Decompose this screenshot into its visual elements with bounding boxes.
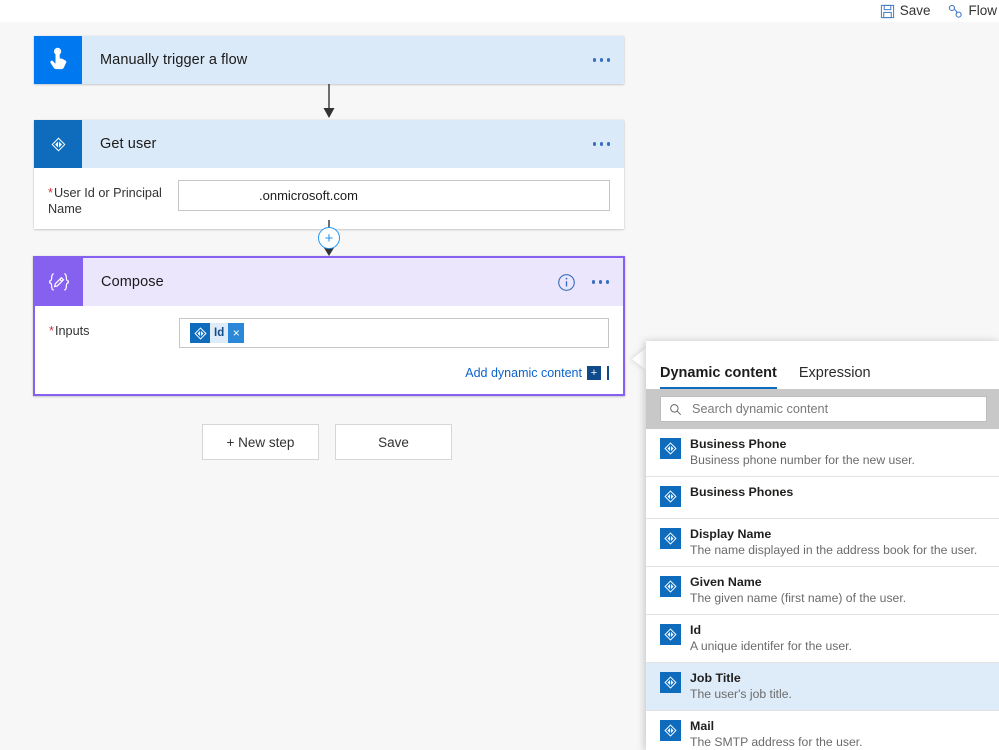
compose-braces-pencil-icon [35, 258, 83, 306]
userid-input[interactable]: .onmicrosoft.com [178, 180, 610, 211]
search-icon [669, 403, 682, 416]
save-floppy-icon [880, 4, 895, 19]
list-item-desc: The SMTP address for the user. [690, 735, 863, 749]
save-button[interactable]: Save [335, 424, 452, 460]
dynamic-content-tabs: Dynamic content Expression [646, 341, 999, 389]
required-indicator: * [48, 186, 53, 200]
list-item[interactable]: Given Name The given name (first name) o… [646, 567, 999, 615]
ellipsis-icon[interactable] [591, 136, 613, 152]
list-item-name: Display Name [690, 527, 772, 541]
required-indicator: * [49, 324, 54, 338]
azure-ad-icon [660, 438, 681, 459]
flow-card-compose-header[interactable]: Compose [35, 258, 623, 306]
app-root: Save Flow Manually trigger a flow Get us… [0, 0, 999, 750]
flow-checker-icon [948, 4, 963, 19]
inputs-editor[interactable]: Id × [179, 318, 609, 348]
ellipsis-icon[interactable] [590, 274, 612, 290]
plus-icon[interactable]: + [587, 366, 601, 380]
list-item[interactable]: Mail The SMTP address for the user. [646, 711, 999, 750]
param-row-inputs: *Inputs Id × [35, 306, 623, 360]
command-save-label: Save [899, 3, 931, 19]
azure-ad-icon [34, 120, 82, 168]
userid-input-value: .onmicrosoft.com [259, 188, 358, 203]
azure-ad-icon [660, 624, 681, 645]
close-icon[interactable]: × [228, 323, 245, 343]
text-caret [607, 366, 609, 380]
dynamic-content-list: Business Phone Business phone number for… [646, 429, 999, 750]
list-item-desc: The user's job title. [690, 687, 792, 701]
param-label-userid-text: User Id or Principal Name [48, 186, 162, 216]
list-item[interactable]: Business Phones [646, 477, 999, 519]
param-label-inputs: *Inputs [49, 318, 179, 339]
flow-card-compose-actions [557, 258, 612, 306]
flow-card-getuser-title: Get user [100, 136, 157, 152]
search-input[interactable]: Search dynamic content [660, 396, 987, 422]
flow-card-trigger-header[interactable]: Manually trigger a flow [34, 36, 624, 84]
list-item-desc: Business phone number for the new user. [690, 453, 915, 467]
param-field-inputs: Id × [179, 318, 609, 348]
flow-card-getuser-header[interactable]: Get user [34, 120, 624, 168]
list-item[interactable]: Id A unique identifer for the user. [646, 615, 999, 663]
param-label-inputs-text: Inputs [54, 324, 90, 338]
new-step-button[interactable]: + New step [202, 424, 319, 460]
list-item-name: Given Name [690, 575, 762, 589]
canvas-action-buttons: + New step Save [202, 424, 452, 460]
list-item[interactable]: Display Name The name displayed in the a… [646, 519, 999, 567]
flow-card-trigger-actions [591, 36, 613, 84]
flow-card-trigger-title: Manually trigger a flow [100, 52, 248, 68]
flow-card-compose-title: Compose [101, 274, 164, 290]
list-item-name: Business Phone [690, 437, 787, 451]
info-circle-icon[interactable] [557, 273, 576, 292]
azure-ad-icon [660, 576, 681, 597]
list-item-name: Business Phones [690, 485, 794, 499]
dynamic-content-panel: Dynamic content Expression Search dynami… [646, 341, 999, 750]
azure-ad-icon [660, 486, 681, 507]
command-save-button[interactable]: Save [880, 3, 931, 19]
list-item-name: Mail [690, 719, 715, 733]
list-item[interactable]: Job Title The user's job title. [646, 663, 999, 711]
flow-card-trigger[interactable]: Manually trigger a flow [34, 36, 624, 84]
azure-ad-icon [660, 528, 681, 549]
ellipsis-icon[interactable] [591, 52, 613, 68]
dynamic-token-chip[interactable]: Id × [190, 323, 245, 343]
command-bar: Save Flow [0, 0, 999, 22]
tab-expression[interactable]: Expression [799, 365, 871, 389]
flow-card-compose[interactable]: Compose *Inputs Id × Add dynamic content… [33, 256, 625, 396]
flow-card-compose-body: *Inputs Id × Add dynamic content + [35, 306, 623, 394]
flow-card-getuser[interactable]: Get user *User Id or Principal Name .onm… [34, 120, 624, 229]
list-item-desc: A unique identifer for the user. [690, 639, 852, 653]
param-label-userid: *User Id or Principal Name [48, 180, 178, 217]
list-item-desc: The given name (first name) of the user. [690, 591, 907, 605]
list-item[interactable]: Business Phone Business phone number for… [646, 429, 999, 477]
param-field-userid: .onmicrosoft.com [178, 180, 610, 211]
command-flow-label: Flow [968, 3, 997, 19]
dynamic-content-search-wrap: Search dynamic content [646, 389, 999, 429]
azure-ad-icon [190, 323, 210, 343]
tap-hand-icon [34, 36, 82, 84]
list-item-desc: The name displayed in the address book f… [690, 543, 978, 557]
list-item-name: Id [690, 623, 702, 637]
dynamic-token-label: Id [214, 327, 225, 339]
tab-dynamic-content[interactable]: Dynamic content [660, 365, 777, 389]
list-item-name: Job Title [690, 671, 741, 685]
add-dynamic-content-link[interactable]: Add dynamic content [465, 366, 582, 380]
azure-ad-icon [660, 672, 681, 693]
panel-callout-pointer [632, 348, 646, 370]
plus-circle-icon[interactable]: + [318, 227, 340, 249]
add-dynamic-content-row: Add dynamic content + [35, 360, 623, 394]
azure-ad-icon [660, 720, 681, 741]
search-input-placeholder: Search dynamic content [692, 402, 829, 416]
connector-trigger-getuser [0, 84, 659, 120]
command-flow-button[interactable]: Flow [948, 4, 997, 19]
flow-card-getuser-actions [591, 120, 613, 168]
